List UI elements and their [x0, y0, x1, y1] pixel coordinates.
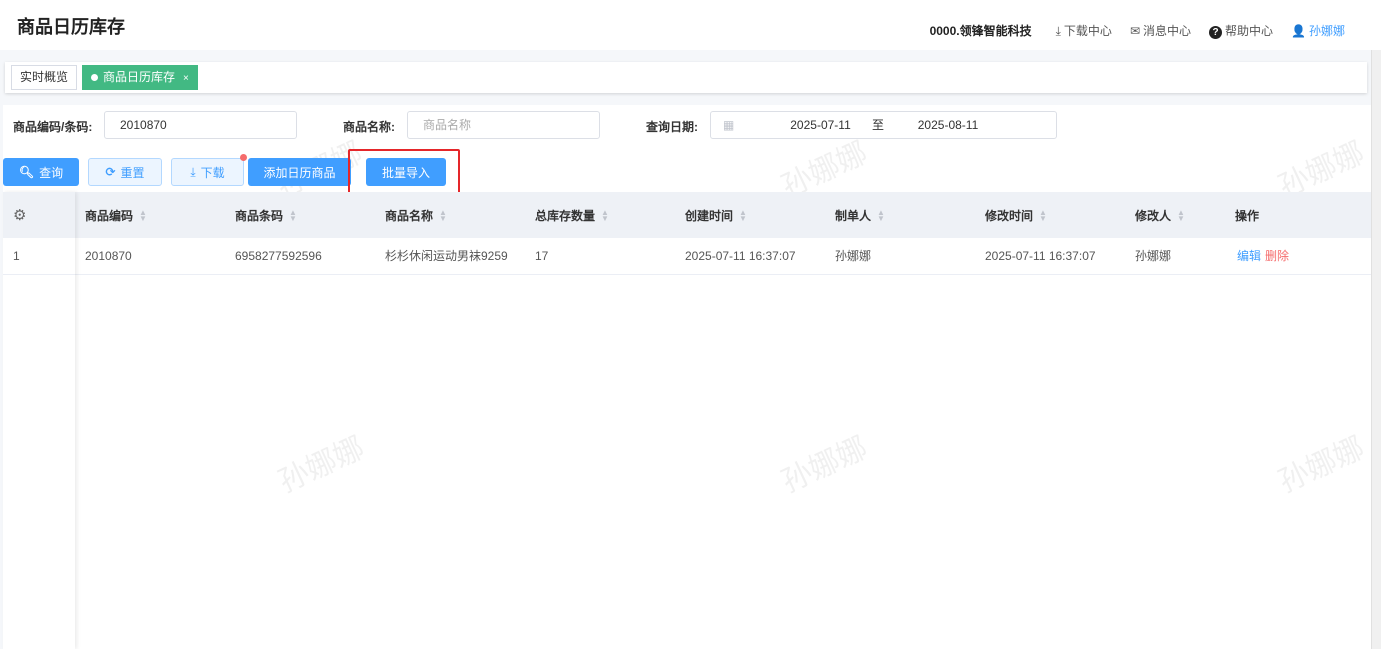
cell-modified: 2025-07-11 16:37:07	[975, 238, 1125, 275]
table-header-row: ⚙ 商品编码 ▲ ▼ 商品条码 ▲ ▼ 商品名称 ▲ ▼ 总库存数量 ▲ ▼ 创建时间 ▲ ▼ 制单…	[3, 192, 1371, 238]
watermark: 孙娜娜	[776, 431, 873, 500]
name-input[interactable]: 商品名称	[407, 111, 600, 139]
sort-icon: ▲ ▼	[739, 208, 747, 224]
sort-icon: ▲ ▼	[439, 208, 447, 224]
cell-created: 2025-07-11 16:37:07	[675, 238, 825, 275]
col-created[interactable]: 创建时间 ▲ ▼	[675, 192, 825, 238]
watermark: 孙娜娜	[273, 431, 370, 500]
sort-icon: ▲ ▼	[1177, 208, 1185, 224]
calendar-icon: ▦	[723, 118, 735, 132]
company-name: 0000.领锋智能科技	[929, 24, 1032, 38]
cell-qty: 17	[525, 238, 675, 275]
notification-dot	[240, 154, 247, 161]
col-name[interactable]: 商品名称 ▲ ▼	[375, 192, 525, 238]
cell-modifier: 孙娜娜	[1125, 238, 1225, 275]
code-label: 商品编码/条码:	[13, 120, 93, 134]
query-button[interactable]: 🔍︎ 查询	[3, 158, 79, 186]
col-barcode[interactable]: 商品条码 ▲ ▼	[225, 192, 375, 238]
help-center-link[interactable]: ? 帮助中心	[1209, 22, 1273, 39]
delete-link[interactable]: 删除	[1265, 249, 1289, 263]
cell-actions: 编辑 删除	[1225, 238, 1371, 275]
main-panel: 孙娜娜 孙娜娜 孙娜娜 孙娜娜 孙娜娜 孙娜娜 商品编码/条码: 2010870…	[3, 105, 1371, 649]
cell-code: 2010870	[75, 238, 225, 275]
row-index: 1	[3, 238, 75, 275]
add-calendar-product-button[interactable]: 添加日历商品	[248, 158, 351, 186]
sort-icon: ▲ ▼	[289, 208, 297, 224]
reset-button[interactable]: ⟳ 重置	[88, 158, 162, 186]
download-icon: ⤓	[1055, 24, 1061, 38]
col-modifier[interactable]: 修改人 ▲ ▼	[1125, 192, 1225, 238]
mail-icon: ✉	[1129, 24, 1140, 38]
close-icon[interactable]: ×	[183, 73, 189, 84]
table-row: 1 2010870 6958277592596 杉杉休闲运动男袜9259 17 …	[3, 238, 1371, 275]
header: 商品日历库存 0000.领锋智能科技 ⤓ 下载中心 ✉ 消息中心 ? 帮助中心 👤 孙娜…	[0, 0, 1381, 50]
gear-icon: ⚙	[13, 207, 27, 224]
search-icon: 🔍︎	[18, 165, 35, 179]
scrollbar[interactable]	[1371, 50, 1381, 649]
question-icon: ?	[1209, 26, 1223, 39]
download-button[interactable]: ⤓ 下载	[171, 158, 244, 186]
message-center-link[interactable]: ✉ 消息中心	[1130, 22, 1191, 39]
cell-name: 杉杉休闲运动男袜9259	[375, 238, 525, 275]
user-menu[interactable]: 👤 孙娜娜	[1291, 22, 1345, 39]
tab-calendar-inventory[interactable]: 商品日历库存 ×	[82, 65, 198, 90]
refresh-icon: ⟳	[105, 165, 116, 179]
column-settings[interactable]: ⚙	[3, 192, 75, 238]
edit-link[interactable]: 编辑	[1237, 249, 1261, 263]
tab-realtime-overview[interactable]: 实时概览	[11, 65, 78, 90]
col-creator[interactable]: 制单人 ▲ ▼	[825, 192, 975, 238]
inventory-table: ⚙ 商品编码 ▲ ▼ 商品条码 ▲ ▼ 商品名称 ▲ ▼ 总库存数量 ▲ ▼ 创建时间 ▲ ▼ 制单…	[3, 192, 1371, 275]
col-modified[interactable]: 修改时间 ▲ ▼	[975, 192, 1125, 238]
sort-icon: ▲ ▼	[601, 208, 609, 224]
download-icon: ⤓	[190, 164, 196, 179]
active-dot-icon	[91, 74, 99, 81]
date-label: 查询日期:	[646, 120, 698, 134]
date-range-picker[interactable]: ▦ 2025-07-11 至 2025-08-11	[710, 111, 1057, 139]
name-label: 商品名称:	[343, 120, 395, 134]
highlight-box	[348, 149, 460, 195]
col-code[interactable]: 商品编码 ▲ ▼	[75, 192, 225, 238]
sort-icon: ▲ ▼	[1039, 208, 1047, 224]
download-center-link[interactable]: ⤓ 下载中心	[1056, 22, 1112, 39]
cell-creator: 孙娜娜	[825, 238, 975, 275]
sort-icon: ▲ ▼	[877, 208, 885, 224]
col-qty[interactable]: 总库存数量 ▲ ▼	[525, 192, 675, 238]
watermark: 孙娜娜	[1273, 431, 1370, 500]
cell-barcode: 6958277592596	[225, 238, 375, 275]
user-icon: 👤	[1291, 24, 1306, 38]
tab-bar: 实时概览 商品日历库存 ×	[5, 62, 1367, 93]
sort-icon: ▲ ▼	[139, 208, 147, 224]
page-title: 商品日历库存	[17, 17, 125, 37]
col-actions: 操作	[1225, 192, 1371, 238]
code-input[interactable]: 2010870	[104, 111, 297, 139]
